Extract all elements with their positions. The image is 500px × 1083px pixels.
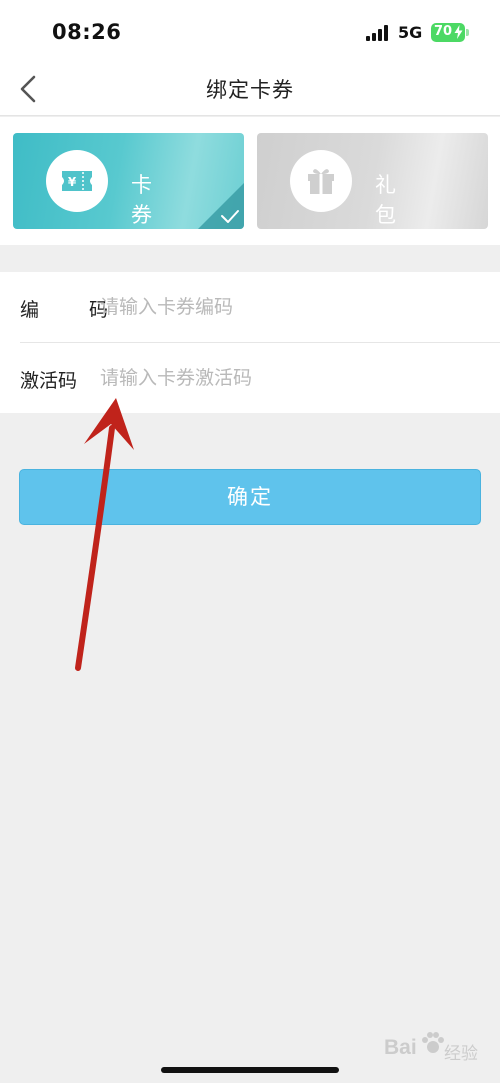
code-row: 编 码 — [0, 272, 500, 343]
coupon-ticket-icon: ¥ — [62, 171, 92, 191]
paw-logo-icon — [422, 1032, 444, 1053]
battery-icon: 70 — [431, 23, 465, 42]
status-time: 08:26 — [52, 20, 122, 44]
coupon-form: 编 码 激活码 — [0, 272, 500, 413]
bind-coupon-screen: 08:26 5G 70 绑定卡券 ¥ 卡 券 礼 包 编 码 请输入卡券编码 激… — [0, 0, 500, 1083]
charging-bolt-icon — [454, 25, 463, 39]
page-title: 绑定卡券 — [206, 78, 294, 102]
battery-tip — [466, 29, 469, 36]
activation-code-input[interactable] — [100, 357, 480, 399]
home-indicator[interactable] — [161, 1067, 339, 1073]
gift-box-icon — [308, 169, 334, 194]
nav-bar: 绑定卡券 — [0, 62, 500, 116]
svg-text:¥: ¥ — [68, 175, 77, 189]
tab-gift-label: 礼 包 — [375, 173, 418, 227]
code-input[interactable] — [100, 286, 480, 328]
network-type: 5G — [398, 23, 423, 42]
cellular-signal-icon — [366, 25, 388, 41]
battery-level: 70 — [434, 24, 453, 39]
activation-row: 激活码 — [0, 343, 500, 413]
selected-check-icon — [198, 183, 244, 229]
coupon-type-tabs: ¥ 卡 券 礼 包 — [0, 117, 500, 245]
baidu-watermark: Bai 经验 — [384, 1030, 494, 1070]
status-bar: 08:26 5G 70 — [0, 0, 500, 62]
watermark-text: Bai — [384, 1036, 417, 1059]
watermark-sub: 经验 — [444, 1044, 478, 1064]
tab-coupon[interactable]: ¥ 卡 券 — [13, 133, 244, 229]
gift-icon-circle — [290, 150, 352, 212]
coupon-icon-circle: ¥ — [46, 150, 108, 212]
activation-label: 激活码 — [20, 370, 78, 392]
tab-gift[interactable]: 礼 包 — [257, 133, 488, 229]
confirm-button[interactable]: 确定 — [19, 469, 481, 525]
